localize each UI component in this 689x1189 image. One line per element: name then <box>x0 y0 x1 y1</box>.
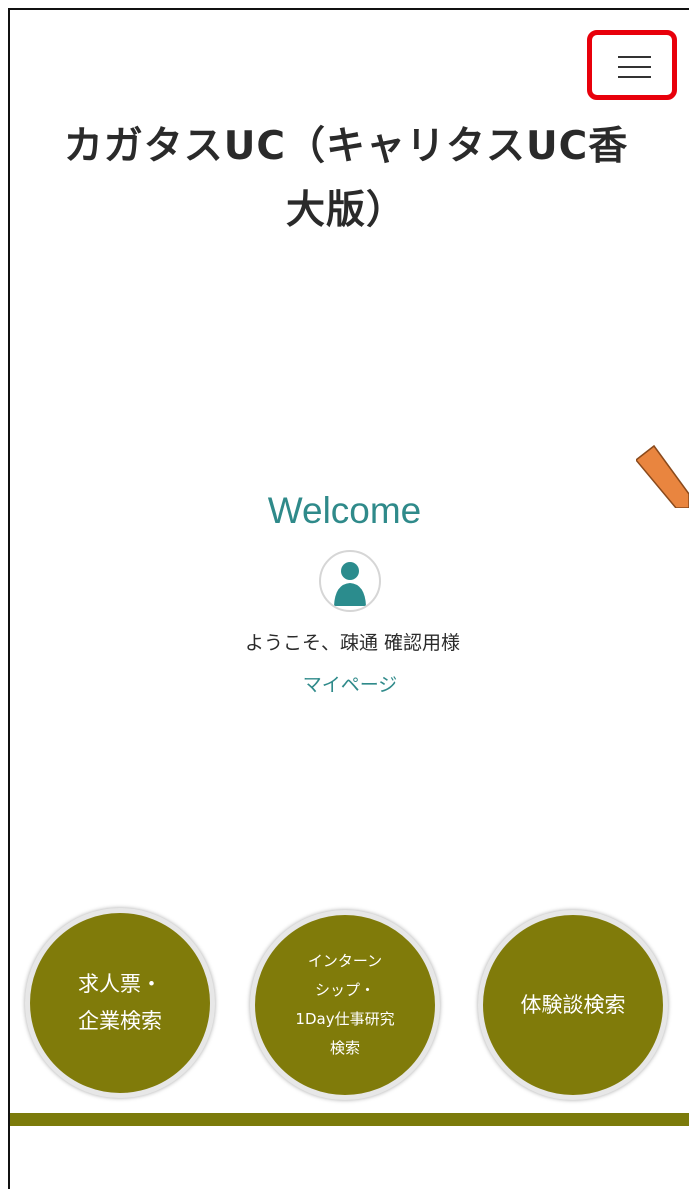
circle-label-line: 1Day仕事研究 <box>295 1010 395 1028</box>
circle-label-line: 検索 <box>329 1039 360 1057</box>
experience-search-button[interactable]: 体験談検索 <box>478 910 668 1100</box>
hamburger-menu-icon <box>618 56 651 78</box>
user-avatar-icon <box>319 550 381 612</box>
footer-divider-bar <box>10 1113 689 1126</box>
greeting-text: ようこそ、疎通 確認用様 <box>244 632 461 654</box>
page-title-line1: カガタスUC（キャリタスUC香 <box>63 124 629 169</box>
circle-label-line: インターン <box>307 952 383 970</box>
circle-label-line: 求人票・ <box>78 972 162 996</box>
internship-search-button[interactable]: インターン シップ・ 1Day仕事研究 検索 <box>250 910 440 1100</box>
circle-label-line: 企業検索 <box>78 1009 162 1033</box>
circle-label-line: シップ・ <box>314 981 375 999</box>
page-title: カガタスUC（キャリタスUC香 大版） <box>36 115 656 243</box>
welcome-heading: Welcome <box>267 490 422 531</box>
page-title-line2: 大版） <box>285 188 406 233</box>
job-company-search-button[interactable]: 求人票・ 企業検索 <box>25 908 215 1098</box>
circle-label-line: 体験談検索 <box>520 992 626 1017</box>
hamburger-menu-button[interactable] <box>587 30 677 100</box>
mypage-link[interactable]: マイページ <box>0 670 689 697</box>
